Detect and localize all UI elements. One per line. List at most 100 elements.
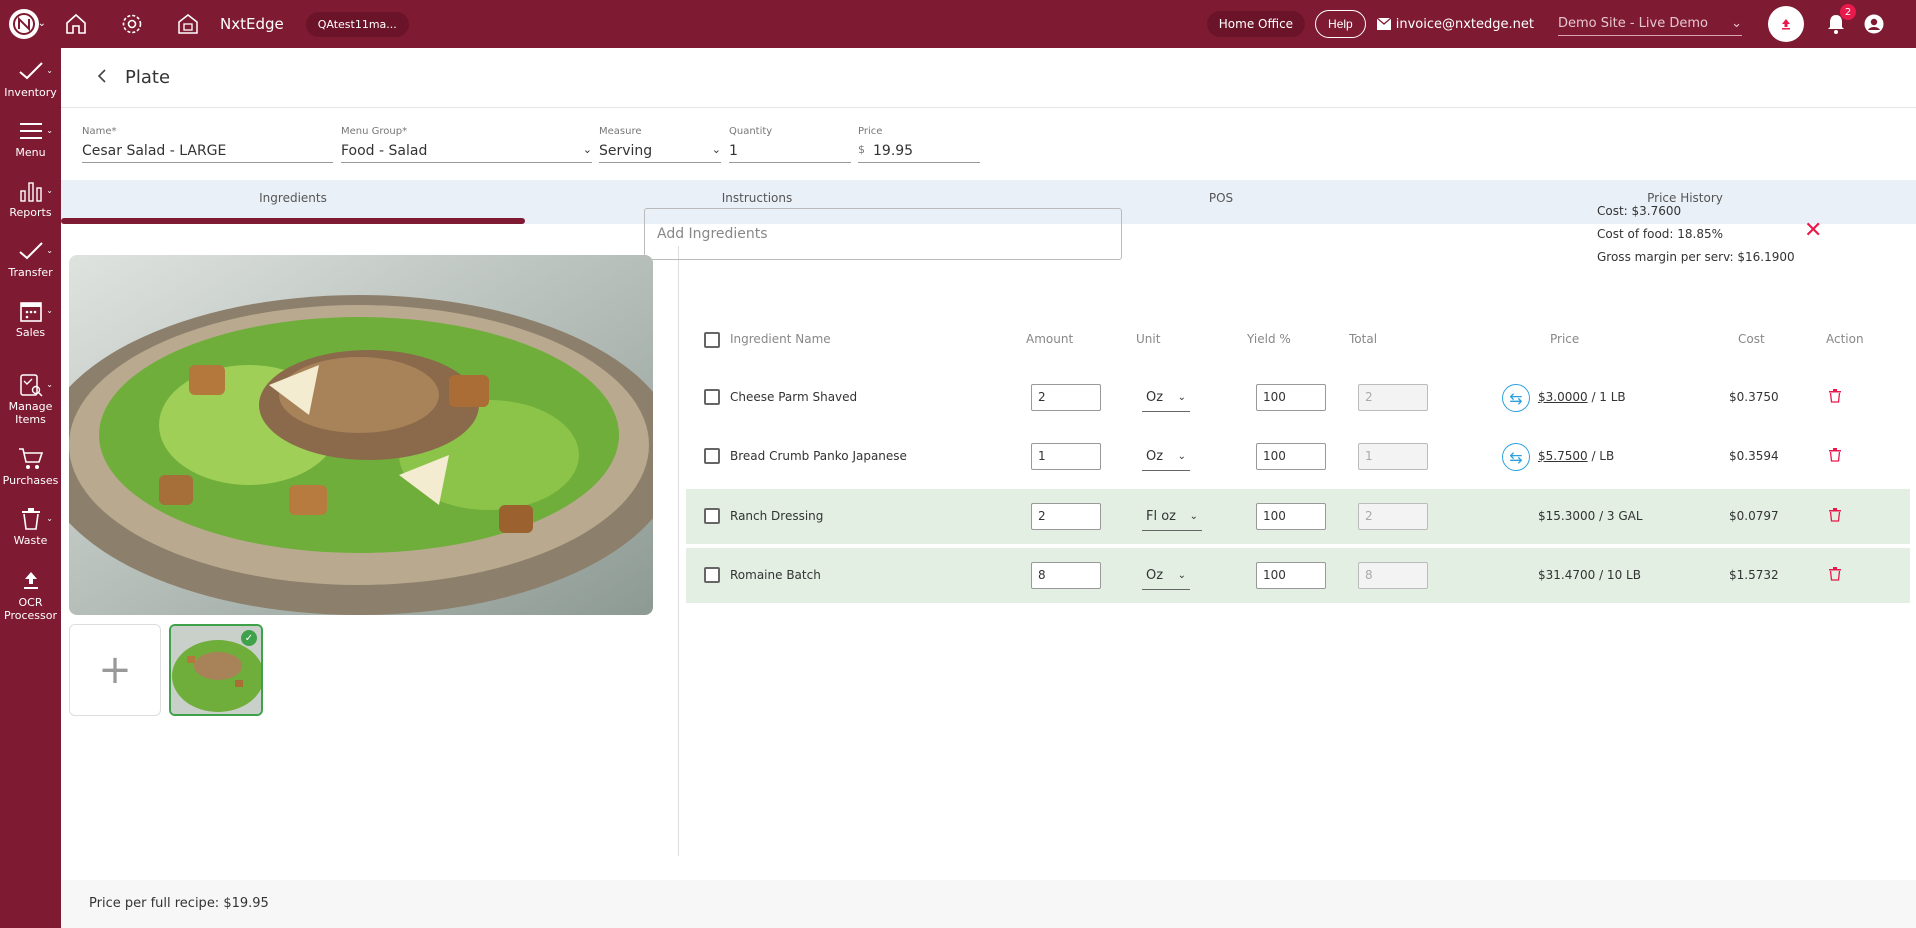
price-field[interactable]: Price $ 19.95 (858, 126, 980, 163)
cart-icon (18, 448, 43, 469)
upload-icon (23, 572, 38, 589)
clipboard-search-icon (19, 374, 43, 397)
notifications-button[interactable]: 2 (1824, 4, 1856, 36)
column-header-yield: Yield % (1247, 332, 1291, 346)
photo-thumbnail[interactable]: ✓ (169, 624, 263, 716)
price-cell: $5.7500 / LB (1538, 449, 1614, 463)
settings-button[interactable] (104, 0, 160, 48)
cost-cell: $0.0797 (1729, 509, 1779, 523)
plus-icon: + (98, 647, 132, 693)
row-checkbox[interactable] (704, 448, 720, 464)
measure-select[interactable]: Serving (599, 143, 652, 162)
checkmark-icon (18, 242, 43, 260)
add-photo-button[interactable]: + (69, 624, 161, 716)
back-button[interactable] (97, 68, 107, 87)
page-title: Plate (125, 67, 171, 88)
site-select-value: Demo Site - Live Demo (1558, 16, 1708, 31)
price-link[interactable]: $3.0000 (1538, 390, 1588, 404)
company-chip[interactable]: QAtest11ma... (305, 11, 409, 37)
yield-input[interactable]: 100 (1256, 503, 1326, 530)
sidebar-item-label: Reports (9, 206, 52, 219)
chevron-down-icon: ⌄ (37, 18, 46, 29)
gross-margin: Gross margin per serv: $16.1900 (1597, 250, 1795, 264)
price-link[interactable]: $5.7500 (1538, 449, 1588, 463)
sidebar-item-sales[interactable]: ⌄ Sales (0, 296, 61, 339)
sidebar-item-waste[interactable]: ⌄ Waste (0, 504, 61, 547)
sidebar-item-purchases[interactable]: Purchases (0, 444, 61, 487)
amount-input[interactable]: 2 (1031, 384, 1101, 411)
panel-divider (678, 246, 679, 856)
chevron-down-icon: ⌄ (1177, 570, 1186, 581)
trash-icon (1829, 389, 1841, 403)
sidebar-item-label: Inventory (4, 86, 57, 99)
unit-value: Oz (1146, 568, 1164, 583)
measure-field[interactable]: Measure Serving ⌄ (599, 126, 721, 163)
hamburger-icon (19, 123, 42, 139)
tab-label: Instructions (721, 191, 793, 205)
amount-input[interactable]: 2 (1031, 503, 1101, 530)
column-header-price: Price (1550, 332, 1580, 346)
menu-group-select[interactable]: Food - Salad (341, 143, 427, 162)
app-logo-menu[interactable]: ⌄ (0, 0, 48, 48)
amount-input[interactable]: 1 (1031, 443, 1101, 470)
yield-input[interactable]: 100 (1256, 443, 1326, 470)
sidebar-item-manage-items[interactable]: ⌄ Manage Items (0, 370, 61, 426)
delete-button[interactable] (1829, 447, 1841, 466)
row-checkbox[interactable] (704, 508, 720, 524)
total-input: 2 (1358, 503, 1428, 530)
unit-select[interactable]: Oz ⌄ (1142, 384, 1190, 412)
quantity-field[interactable]: Quantity 1 (729, 126, 851, 163)
table-row: Ranch Dressing 2 Fl oz ⌄ 100 2 $15.3000 /… (686, 489, 1910, 544)
sidebar-item-menu[interactable]: ⌄ Menu (0, 116, 61, 159)
yield-input[interactable]: 100 (1256, 562, 1326, 589)
row-checkbox[interactable] (704, 567, 720, 583)
total-input: 1 (1358, 443, 1428, 470)
tab-ingredients[interactable]: Ingredients (61, 180, 525, 224)
amount-input[interactable]: 8 (1031, 562, 1101, 589)
table-row: Romaine Batch 8 Oz ⌄ 100 8 $31.4700 / 10 … (686, 548, 1910, 603)
price-unit: / 1 LB (1587, 390, 1626, 404)
cost-total: Cost: $3.7600 (1597, 204, 1682, 218)
user-account-button[interactable] (1862, 12, 1886, 36)
unit-select[interactable]: Oz ⌄ (1142, 562, 1190, 590)
close-icon[interactable]: ✕ (1804, 218, 1822, 243)
name-field[interactable]: Name* Cesar Salad - LARGE (82, 126, 333, 163)
sidebar-item-label: Menu (15, 146, 46, 159)
menu-group-field[interactable]: Menu Group* Food - Salad ⌄ (341, 126, 592, 163)
site-select[interactable]: Demo Site - Live Demo ⌄ (1558, 12, 1742, 36)
row-checkbox[interactable] (704, 389, 720, 405)
swap-vendor-button[interactable]: ⇆ (1502, 384, 1530, 412)
delete-button[interactable] (1829, 388, 1841, 407)
sidebar-item-ocr-processor[interactable]: OCR Processor (0, 566, 61, 622)
sidebar-item-inventory[interactable]: ⌄ Inventory (0, 56, 61, 99)
home-office-chip[interactable]: Home Office (1206, 11, 1306, 37)
home-button[interactable] (48, 0, 104, 48)
unit-value: Fl oz (1146, 509, 1176, 524)
email-link[interactable]: invoice@nxtedge.net (1376, 17, 1534, 32)
help-button[interactable]: Help (1315, 10, 1366, 38)
delete-button[interactable] (1829, 566, 1841, 585)
unit-select[interactable]: Fl oz ⌄ (1142, 503, 1202, 531)
upload-button[interactable] (1768, 6, 1804, 42)
cost-cell: $1.5732 (1729, 568, 1779, 582)
sidebar-item-transfer[interactable]: ⌄ Transfer (0, 236, 61, 279)
checkmark-icon (18, 62, 43, 80)
price-input[interactable]: 19.95 (873, 143, 913, 162)
store-button[interactable] (160, 0, 216, 48)
page-header: Plate (61, 48, 1916, 108)
sidebar-item-label: Sales (15, 326, 46, 339)
add-ingredients-input[interactable]: Add Ingredients (644, 208, 1122, 260)
recipe-footer: Price per full recipe: $19.95 (61, 880, 1916, 928)
cost-summary: Cost: $3.7600 Cost of food: 18.85% Gross… (1597, 200, 1795, 269)
yield-input[interactable]: 100 (1256, 384, 1326, 411)
quantity-input[interactable]: 1 (729, 143, 738, 162)
sidebar-item-reports[interactable]: ⌄ Reports (0, 176, 61, 219)
name-input[interactable]: Cesar Salad - LARGE (82, 143, 226, 162)
select-all-checkbox[interactable] (704, 332, 720, 348)
swap-vendor-button[interactable]: ⇆ (1502, 443, 1530, 471)
delete-button[interactable] (1829, 507, 1841, 526)
price-label: Price (858, 126, 883, 137)
unit-select[interactable]: Oz ⌄ (1142, 443, 1190, 471)
account-circle-icon (1864, 14, 1884, 34)
main-content: Plate Name* Cesar Salad - LARGE Menu Gro… (61, 48, 1916, 928)
